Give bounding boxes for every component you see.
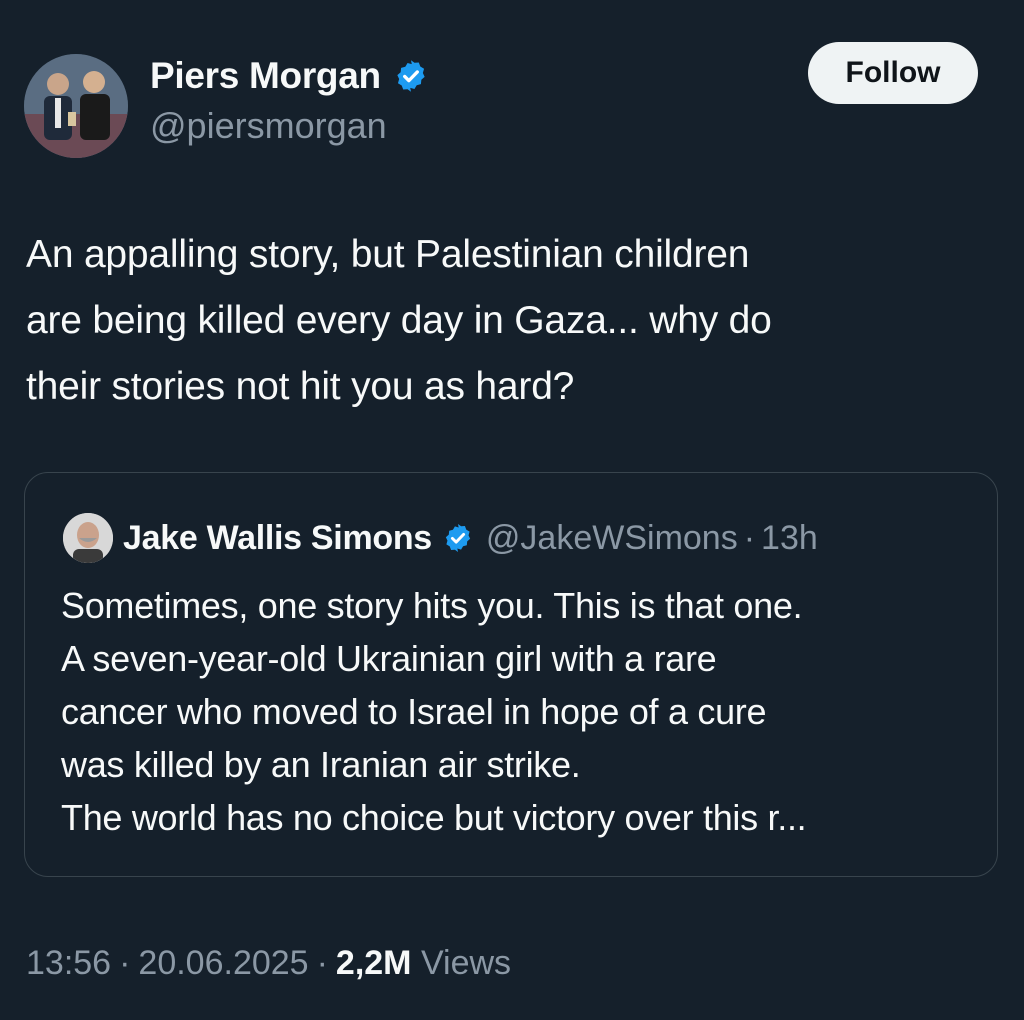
follow-button[interactable]: Follow bbox=[808, 42, 978, 104]
quoted-tweet-header: Jake Wallis Simons @JakeWSimons · 13h bbox=[63, 513, 818, 563]
author-avatar[interactable] bbox=[24, 54, 128, 158]
quoted-author-handle[interactable]: @JakeWSimons bbox=[486, 519, 738, 558]
verified-badge-icon bbox=[442, 522, 474, 554]
views-label[interactable]: Views bbox=[421, 944, 511, 982]
author-handle[interactable]: @piersmorgan bbox=[150, 104, 429, 148]
verified-badge-icon[interactable] bbox=[393, 58, 429, 94]
quoted-author-avatar[interactable] bbox=[63, 513, 113, 563]
author-name-block: Piers Morgan @piersmorgan bbox=[150, 54, 429, 148]
tweet-text: An appalling story, but Palestinian chil… bbox=[26, 233, 772, 408]
quoted-author-name[interactable]: Jake Wallis Simons bbox=[123, 519, 432, 558]
quoted-tweet-text: Sometimes, one story hits you. This is t… bbox=[61, 585, 807, 838]
tweet-author-row: Piers Morgan @piersmorgan Follow bbox=[24, 42, 984, 164]
meta-separator: · bbox=[119, 944, 131, 982]
tweet-time[interactable]: 13:56 bbox=[26, 944, 111, 982]
quoted-separator: · bbox=[743, 518, 756, 557]
quoted-tweet-card[interactable]: Jake Wallis Simons @JakeWSimons · 13h So… bbox=[24, 472, 998, 877]
tweet-meta-row: 13:56 · 20.06.2025 · 2,2M Views bbox=[26, 944, 511, 983]
author-display-name[interactable]: Piers Morgan bbox=[150, 54, 429, 98]
meta-separator: · bbox=[316, 944, 328, 982]
quoted-timestamp[interactable]: 13h bbox=[761, 519, 818, 558]
views-count[interactable]: 2,2M bbox=[336, 944, 412, 982]
author-name-text[interactable]: Piers Morgan bbox=[150, 54, 381, 98]
tweet-date[interactable]: 20.06.2025 bbox=[138, 944, 308, 982]
